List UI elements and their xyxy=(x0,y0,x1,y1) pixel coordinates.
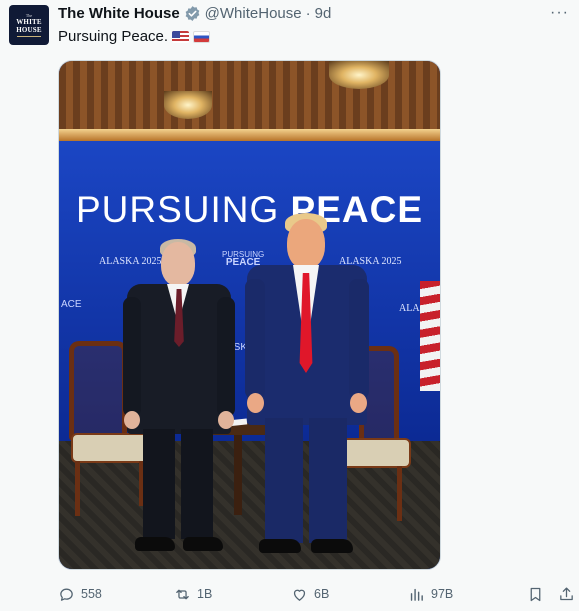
avatar-rule xyxy=(17,35,41,37)
verified-badge-icon xyxy=(185,6,200,21)
account-name[interactable]: The White House xyxy=(58,5,180,22)
account-handle[interactable]: @WhiteHouse xyxy=(205,5,302,22)
like-button[interactable]: 6B xyxy=(291,586,329,603)
repost-button[interactable]: 1B xyxy=(174,586,212,603)
reply-button[interactable]: 558 xyxy=(58,586,102,603)
separator-dot: · xyxy=(305,5,311,22)
like-count: 6B xyxy=(314,587,330,601)
post-text-content: Pursuing Peace. xyxy=(58,28,169,45)
post-card[interactable]: The WHITE HOUSE The White House @WhiteHo… xyxy=(0,0,579,611)
right-person xyxy=(245,213,369,563)
edge-label-left: ACE xyxy=(61,299,82,310)
more-dots-icon[interactable]: ··· xyxy=(550,4,569,22)
post-photo[interactable]: PURSUING PEACE ALASKA 2025 ALASKA 2025 P… xyxy=(58,60,441,570)
views-button[interactable]: 97B xyxy=(408,586,453,603)
us-flag-emoji xyxy=(172,30,190,43)
reply-icon xyxy=(60,588,73,601)
heart-icon xyxy=(293,589,306,601)
share-button[interactable] xyxy=(558,586,575,603)
share-icon xyxy=(560,586,573,600)
american-flag xyxy=(420,281,440,391)
russia-flag-emoji xyxy=(193,30,211,43)
left-person xyxy=(121,239,241,559)
post-actions: 558 1B 6B 97B xyxy=(58,584,579,604)
bookmark-icon xyxy=(530,587,541,601)
views-chart-icon xyxy=(410,588,423,601)
repost-count: 1B xyxy=(197,587,213,601)
ceiling-light-icon xyxy=(164,91,212,119)
repost-icon xyxy=(176,589,189,599)
avatar[interactable]: The WHITE HOUSE xyxy=(9,5,49,45)
bookmark-button[interactable] xyxy=(527,586,544,603)
avatar-line-3: HOUSE xyxy=(16,25,42,34)
avatar-line-2: WHITE xyxy=(16,17,42,26)
post-text: Pursuing Peace. xyxy=(58,28,211,45)
avatar-line-1: The xyxy=(25,12,33,18)
views-count: 97B xyxy=(431,587,454,601)
ceiling-light-icon xyxy=(329,61,389,89)
photo-beam xyxy=(59,129,440,141)
reply-count: 558 xyxy=(81,587,102,601)
post-header: The White House @WhiteHouse · 9d xyxy=(58,5,331,22)
post-time[interactable]: 9d xyxy=(315,5,332,22)
